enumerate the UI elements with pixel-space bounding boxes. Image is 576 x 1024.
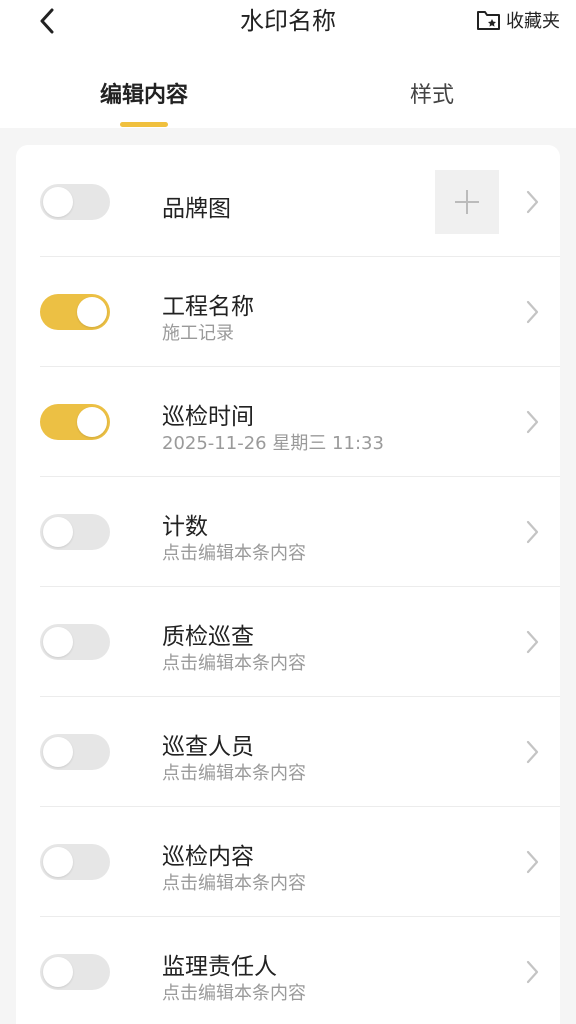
toggle-knob [43, 187, 73, 217]
chevron-right-icon [526, 300, 539, 324]
top-bar: 水印名称 收藏夹 编辑内容 样式 [0, 0, 576, 128]
chevron-left-icon [40, 8, 54, 34]
row-title: 品牌图 [162, 196, 231, 222]
toggle-knob [77, 297, 107, 327]
back-button[interactable] [30, 2, 64, 40]
active-tab-indicator [120, 122, 168, 127]
list-item-inspection-time[interactable]: 巡检时间 2025-11-26 星期三 11:33 [40, 367, 560, 477]
row-subtitle: 施工记录 [162, 323, 234, 344]
list-item-brand-image[interactable]: 品牌图 [40, 147, 560, 257]
list-item-supervisor[interactable]: 监理责任人 点击编辑本条内容 [40, 917, 560, 1024]
list-item-project-name[interactable]: 工程名称 施工记录 [40, 257, 560, 367]
toggle-switch[interactable] [40, 514, 110, 550]
row-title: 质检巡查 [162, 624, 254, 650]
tab-edit-content-label: 编辑内容 [99, 83, 188, 108]
list-item-inspectors[interactable]: 巡查人员 点击编辑本条内容 [40, 697, 560, 807]
toggle-knob [43, 517, 73, 547]
toggle-knob [77, 407, 107, 437]
plus-icon [455, 190, 479, 214]
chevron-right-icon [526, 520, 539, 544]
add-image-button[interactable] [435, 170, 499, 234]
folder-star-icon [477, 11, 500, 30]
row-subtitle: 点击编辑本条内容 [162, 763, 306, 784]
toggle-switch[interactable] [40, 184, 110, 220]
toggle-switch[interactable] [40, 844, 110, 880]
toggle-switch[interactable] [40, 624, 110, 660]
row-title: 巡查人员 [162, 734, 254, 760]
row-title: 巡检内容 [162, 844, 254, 870]
tab-bar: 编辑内容 样式 [0, 72, 576, 128]
row-title: 监理责任人 [162, 954, 277, 980]
chevron-right-icon [526, 630, 539, 654]
favorites-button[interactable]: 收藏夹 [476, 4, 560, 36]
toggle-switch[interactable] [40, 294, 110, 330]
row-title: 工程名称 [162, 294, 254, 320]
tab-style[interactable]: 样式 [332, 72, 532, 128]
favorites-label: 收藏夹 [506, 11, 560, 32]
row-title: 巡检时间 [162, 404, 254, 430]
chevron-right-icon [526, 960, 539, 984]
row-subtitle: 点击编辑本条内容 [162, 653, 306, 674]
row-subtitle: 点击编辑本条内容 [162, 543, 306, 564]
toggle-switch[interactable] [40, 954, 110, 990]
row-subtitle: 点击编辑本条内容 [162, 873, 306, 894]
tab-style-label: 样式 [409, 83, 454, 108]
toggle-switch[interactable] [40, 734, 110, 770]
chevron-right-icon [526, 410, 539, 434]
chevron-right-icon [526, 740, 539, 764]
row-title: 计数 [162, 514, 208, 540]
toggle-knob [43, 847, 73, 877]
field-list: 品牌图 工程名称 施工记录 巡检时间 2025-11-26 星期三 11:33 [16, 145, 560, 1024]
chevron-right-icon [526, 190, 539, 214]
toggle-knob [43, 627, 73, 657]
tab-edit-content[interactable]: 编辑内容 [44, 72, 244, 128]
list-item-quality-inspection[interactable]: 质检巡查 点击编辑本条内容 [40, 587, 560, 697]
toggle-knob [43, 737, 73, 767]
row-subtitle: 点击编辑本条内容 [162, 983, 306, 1004]
chevron-right-icon [526, 850, 539, 874]
row-subtitle: 2025-11-26 星期三 11:33 [162, 433, 384, 454]
toggle-switch[interactable] [40, 404, 110, 440]
list-item-count[interactable]: 计数 点击编辑本条内容 [40, 477, 560, 587]
toggle-knob [43, 957, 73, 987]
list-item-inspection-content[interactable]: 巡检内容 点击编辑本条内容 [40, 807, 560, 917]
